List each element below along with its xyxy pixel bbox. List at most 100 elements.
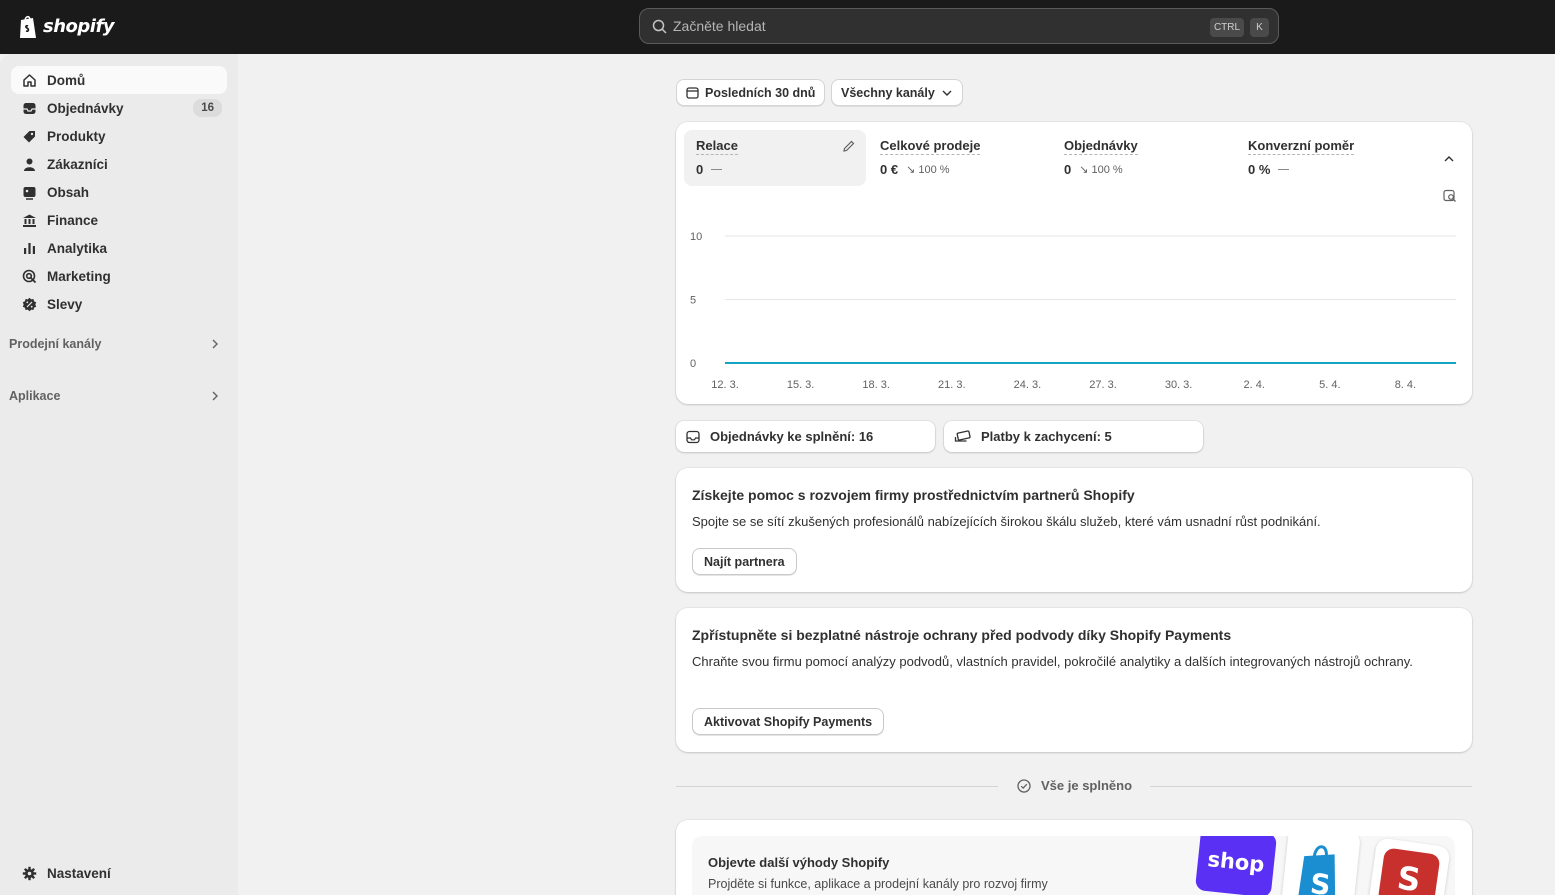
check-circle-icon: [1017, 778, 1031, 793]
section-label: Aplikace: [9, 389, 61, 403]
main-content: Posledních 30 dnů Všechny kanály Relace …: [238, 54, 1555, 895]
orders-to-fulfill-button[interactable]: Objednávky ke splnění: 16: [676, 421, 935, 452]
sidebar-item-label: Slevy: [47, 296, 83, 312]
divider-left: [676, 786, 998, 787]
metric-value: 0: [1064, 162, 1072, 177]
discount-icon: [21, 296, 37, 312]
shop-app-logo: shop: [1194, 836, 1278, 895]
orders-count-badge: 16: [193, 99, 222, 117]
card-title: Získejte pomoc s rozvojem firmy prostřed…: [692, 487, 1135, 503]
sidebar-item-orders[interactable]: Objednávky 16: [11, 94, 227, 122]
sidebar-item-analytics[interactable]: Analytika: [11, 234, 227, 262]
x-tick-label: 8. 4.: [1395, 379, 1416, 391]
pencil-icon[interactable]: [842, 139, 856, 153]
metric-trend: 100 %: [918, 164, 950, 176]
sidebar-item-label: Nastavení: [47, 865, 111, 881]
metric-conversion-rate[interactable]: Konverzní poměr 0 %: [1236, 130, 1418, 186]
discover-banner[interactable]: Objevte další výhody Shopify Projděte si…: [692, 836, 1455, 895]
date-range-button[interactable]: Posledních 30 dnů: [676, 79, 826, 106]
gear-icon: [21, 865, 37, 881]
cash-icon: [954, 429, 971, 442]
sidebar-item-label: Zákazníci: [47, 156, 108, 172]
chevron-down-icon: [942, 90, 952, 96]
find-partner-button[interactable]: Najít partnera: [692, 548, 797, 575]
sidebar: Domů Objednávky 16 Produkty Zákazníci Ob…: [0, 54, 238, 895]
metric-value: 0 €: [880, 162, 899, 177]
sidebar-section-apps[interactable]: Aplikace: [9, 384, 227, 408]
x-tick-label: 30. 3.: [1165, 379, 1193, 391]
shop-logo-text: shop: [1206, 847, 1266, 877]
chevron-right-icon: [212, 339, 218, 349]
sidebar-item-content[interactable]: Obsah: [11, 178, 227, 206]
metric-orders[interactable]: Objednávky 0 ↘ 100 %: [1052, 130, 1234, 186]
tag-icon: [21, 128, 37, 144]
payments-to-capture-button[interactable]: Platby k zachycení: 5: [944, 421, 1203, 452]
shortcut-ctrl-key: CTRL: [1210, 18, 1244, 37]
sidebar-item-discounts[interactable]: Slevy: [11, 290, 227, 318]
search-bar[interactable]: CTRL K: [639, 8, 1279, 44]
sidebar-item-products[interactable]: Produkty: [11, 122, 227, 150]
sidebar-item-settings[interactable]: Nastavení: [11, 859, 227, 887]
sidebar-item-marketing[interactable]: Marketing: [11, 262, 227, 290]
sidebar-item-label: Domů: [47, 72, 86, 88]
card-title: Zpřístupněte si bezplatné nástroje ochra…: [692, 627, 1232, 643]
metric-trend: 100 %: [1091, 164, 1123, 176]
section-label: Prodejní kanály: [9, 337, 102, 351]
bar-chart-icon: [21, 240, 37, 256]
shopify-logo[interactable]: shopify: [18, 13, 115, 39]
x-tick-label: 24. 3.: [1014, 379, 1042, 391]
chart-explore-icon[interactable]: [1443, 189, 1457, 203]
chevron-right-icon: [212, 391, 218, 401]
bank-icon: [21, 212, 37, 228]
search-input[interactable]: [673, 18, 1173, 34]
sidebar-item-label: Obsah: [47, 184, 90, 200]
x-tick-label: 15. 3.: [787, 379, 815, 391]
content-icon: [21, 184, 37, 200]
partner-card: Získejte pomoc s rozvojem firmy prostřed…: [676, 468, 1472, 592]
trend-down-icon: ↘: [1079, 164, 1089, 176]
shortcut-k-key: K: [1250, 18, 1269, 37]
discover-title: Objevte další výhody Shopify: [708, 855, 890, 870]
card-text: Chraňte svou firmu pomocí analýzy podvod…: [692, 654, 1413, 669]
sessions-chart: 10 5 0 12. 3. 15. 3. 18. 3. 21. 3. 24. 3. 27. 3.…: [690, 231, 1456, 391]
channels-dropdown[interactable]: Všechny kanály: [831, 79, 963, 106]
y-tick-label: 5: [690, 295, 696, 307]
sidebar-item-finance[interactable]: Finance: [11, 206, 227, 234]
metric-value: 0 %: [1248, 162, 1271, 177]
sidebar-item-customers[interactable]: Zákazníci: [11, 150, 227, 178]
metric-sessions[interactable]: Relace 0: [684, 130, 866, 186]
red-app-logo: S: [1367, 837, 1451, 895]
divider-right: [1150, 786, 1472, 787]
discover-card: Objevte další výhody Shopify Projděte si…: [676, 820, 1472, 895]
x-tick-label: 2. 4.: [1243, 379, 1264, 391]
shopify-app-logo: S: [1280, 836, 1362, 895]
shopify-bag-icon: S: [1297, 845, 1336, 895]
sidebar-item-home[interactable]: Domů: [11, 66, 227, 94]
y-tick-label: 10: [690, 231, 702, 243]
svg-text:S: S: [1309, 867, 1333, 895]
sidebar-item-label: Finance: [47, 212, 99, 228]
x-tick-label: 5. 4.: [1319, 379, 1340, 391]
red-app-icon: S: [1377, 847, 1441, 895]
inbox-icon: [21, 100, 37, 116]
chevron-up-icon[interactable]: [1443, 153, 1455, 165]
payments-to-capture-label: Platby k zachycení: 5: [981, 429, 1112, 444]
sidebar-section-sales-channels[interactable]: Prodejní kanály: [9, 332, 227, 356]
date-range-label: Posledních 30 dnů: [705, 85, 816, 100]
metric-total-sales[interactable]: Celkové prodeje 0 € ↘ 100 %: [868, 130, 1050, 186]
activate-payments-button[interactable]: Aktivovat Shopify Payments: [692, 708, 885, 735]
metric-label: Konverzní poměr: [1248, 138, 1355, 155]
payments-card: Zpřístupněte si bezplatné nástroje ochra…: [676, 608, 1472, 752]
trend-down-icon: ↘: [906, 164, 916, 176]
x-tick-label: 27. 3.: [1089, 379, 1117, 391]
metric-label: Celkové prodeje: [880, 138, 981, 155]
person-icon: [21, 156, 37, 172]
sidebar-item-label: Objednávky: [47, 100, 124, 116]
sidebar-item-label: Produkty: [47, 128, 106, 144]
orders-to-fulfill-label: Objednávky ke splnění: 16: [710, 429, 874, 444]
sidebar-item-label: Analytika: [47, 240, 108, 256]
calendar-icon: [686, 87, 699, 99]
discover-text: Projděte si funkce, aplikace a prodejní …: [708, 877, 1048, 891]
top-bar: shopify CTRL K: [0, 0, 1555, 54]
no-change-dash: [711, 169, 723, 170]
